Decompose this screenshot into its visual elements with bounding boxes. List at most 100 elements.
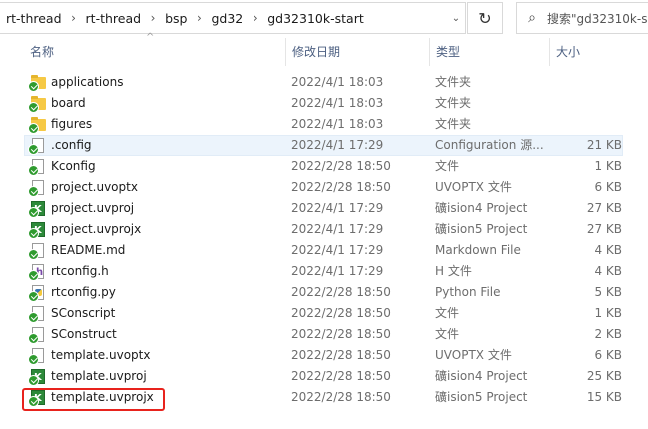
file-size [556, 72, 622, 93]
file-type: H 文件 [435, 264, 472, 278]
file-date: 2022/2/28 18:50 [291, 159, 391, 173]
file-type: 文件 [435, 306, 460, 320]
sync-status-icon [28, 312, 39, 323]
breadcrumb-item[interactable]: rt-thread › [0, 3, 81, 33]
file-icon [28, 347, 46, 365]
file-date: 2022/4/1 17:29 [291, 138, 384, 152]
refresh-icon: ↻ [478, 8, 492, 28]
column-header-type[interactable]: 类型 [430, 38, 550, 66]
file-row[interactable]: SConscript 2022/2/28 18:50 文件 1 KB [0, 303, 648, 324]
file-row[interactable]: rtconfig.h 2022/4/1 17:29 H 文件 4 KB [0, 261, 648, 283]
file-size [556, 93, 622, 114]
file-size: 5 KB [594, 285, 622, 299]
sync-status-icon [28, 228, 39, 239]
breadcrumb-item[interactable]: bsp › [160, 3, 206, 33]
file-row[interactable]: rtconfig.py 2022/2/28 18:50 Python File 5 K… [0, 282, 648, 303]
file-size: 15 KB [586, 390, 622, 404]
file-type: UVOPTX 文件 [435, 180, 512, 194]
file-row[interactable]: applications 2022/4/1 18:03 文件夹 [0, 72, 648, 93]
file-name: template.uvproj [51, 369, 147, 383]
file-size: 1 KB [594, 306, 622, 320]
chevron-right-icon[interactable]: › [67, 11, 81, 25]
sync-status-icon [28, 270, 39, 281]
file-icon [28, 158, 46, 176]
file-size [556, 114, 622, 135]
sync-status-icon [28, 186, 39, 197]
file-icon [28, 179, 46, 197]
file-row[interactable]: project.uvoptx 2022/2/28 18:50 UVOPTX 文件 6 … [0, 177, 648, 198]
column-headers: ^ 名称 修改日期 类型 大小 [0, 32, 648, 66]
file-size: 21 KB [586, 138, 622, 152]
file-size: 6 KB [594, 180, 622, 194]
file-size: 27 KB [586, 201, 622, 215]
search-box[interactable]: ⌕ 搜索"gd32310k-s [516, 2, 648, 34]
file-name: applications [51, 75, 124, 89]
file-type: 礦ision5 Project [435, 390, 528, 404]
chevron-right-icon[interactable]: › [146, 11, 160, 25]
column-header-date[interactable]: 修改日期 [286, 38, 430, 66]
file-size: 25 KB [586, 369, 622, 383]
search-icon: ⌕ [528, 10, 536, 26]
folder-icon [28, 95, 46, 113]
column-header-size[interactable]: 大小 [550, 38, 630, 66]
file-date: 2022/4/1 17:29 [291, 243, 384, 257]
file-row[interactable]: .config 2022/4/1 17:29 Configuration 源... 2… [0, 135, 648, 156]
column-header-name[interactable]: 名称 [24, 38, 286, 66]
file-name: project.uvproj [51, 201, 135, 215]
file-size: 4 KB [594, 243, 622, 257]
breadcrumb-label: gd32 [211, 10, 244, 26]
breadcrumb-item[interactable]: rt-thread › [81, 3, 161, 33]
file-icon [28, 326, 46, 344]
file-date: 2022/4/1 17:29 [291, 222, 384, 236]
file-type: 礦ision5 Project [435, 222, 528, 236]
file-date: 2022/2/28 18:50 [291, 327, 391, 341]
keil-project-icon [28, 220, 46, 241]
folder-icon [28, 74, 46, 92]
file-icon [28, 137, 46, 155]
file-type: 文件 [435, 327, 460, 341]
file-date: 2022/4/1 18:03 [291, 117, 384, 131]
file-size: 27 KB [586, 222, 622, 236]
breadcrumb-label: bsp [165, 10, 188, 26]
file-type: 礦ision4 Project [435, 369, 528, 383]
file-name: SConstruct [51, 327, 117, 341]
file-row[interactable]: project.uvproj 2022/4/1 17:29 礦ision4 Proj… [0, 198, 648, 220]
file-row[interactable]: Kconfig 2022/2/28 18:50 文件 1 KB [0, 156, 648, 177]
file-name: .config [51, 138, 92, 152]
sync-status-icon [28, 333, 39, 344]
file-name: project.uvoptx [51, 180, 138, 194]
file-row[interactable]: SConstruct 2022/2/28 18:50 文件 2 KB [0, 324, 648, 345]
file-row[interactable]: figures 2022/4/1 18:03 文件夹 [0, 114, 648, 135]
refresh-button[interactable]: ↻ [467, 2, 503, 34]
file-row[interactable]: README.md 2022/4/1 17:29 Markdown File 4 KB [0, 240, 648, 261]
file-date: 2022/2/28 18:50 [291, 285, 391, 299]
file-name: rtconfig.h [51, 264, 109, 278]
breadcrumb-item[interactable]: gd32 › [206, 3, 262, 33]
file-size: 1 KB [594, 159, 622, 173]
file-name: board [51, 96, 86, 110]
chevron-down-icon[interactable]: ⌄ [447, 3, 465, 33]
file-date: 2022/2/28 18:50 [291, 369, 391, 383]
file-row[interactable]: template.uvoptx 2022/2/28 18:50 UVOPTX 文件 6… [0, 345, 648, 366]
file-name: rtconfig.py [51, 285, 116, 299]
file-name: figures [51, 117, 93, 131]
file-name: README.md [51, 243, 126, 257]
file-type: 文件 [435, 159, 460, 173]
keil-project-icon [28, 367, 46, 388]
breadcrumb-label: rt-thread [85, 10, 142, 26]
address-bar[interactable]: rt-thread › rt-thread › bsp › gd32 › gd3… [0, 2, 466, 34]
file-date: 2022/4/1 17:29 [291, 201, 384, 215]
file-name: project.uvprojx [51, 222, 142, 236]
chevron-right-icon[interactable]: › [248, 11, 262, 25]
chevron-right-icon[interactable]: › [192, 11, 206, 25]
file-type: Python File [435, 285, 501, 299]
python-file-icon [28, 284, 46, 302]
sync-status-icon [28, 207, 39, 218]
sync-status-icon [28, 375, 39, 386]
breadcrumb-item[interactable]: gd32310k-start [262, 3, 369, 33]
file-row[interactable]: board 2022/4/1 18:03 文件夹 [0, 93, 648, 114]
highlight-annotation [22, 388, 165, 411]
file-row[interactable]: project.uvprojx 2022/4/1 17:29 礦ision5 Pro… [0, 219, 648, 241]
file-type: 文件夹 [435, 117, 472, 131]
file-row[interactable]: template.uvproj 2022/2/28 18:50 礦ision4 Pr… [0, 366, 648, 388]
